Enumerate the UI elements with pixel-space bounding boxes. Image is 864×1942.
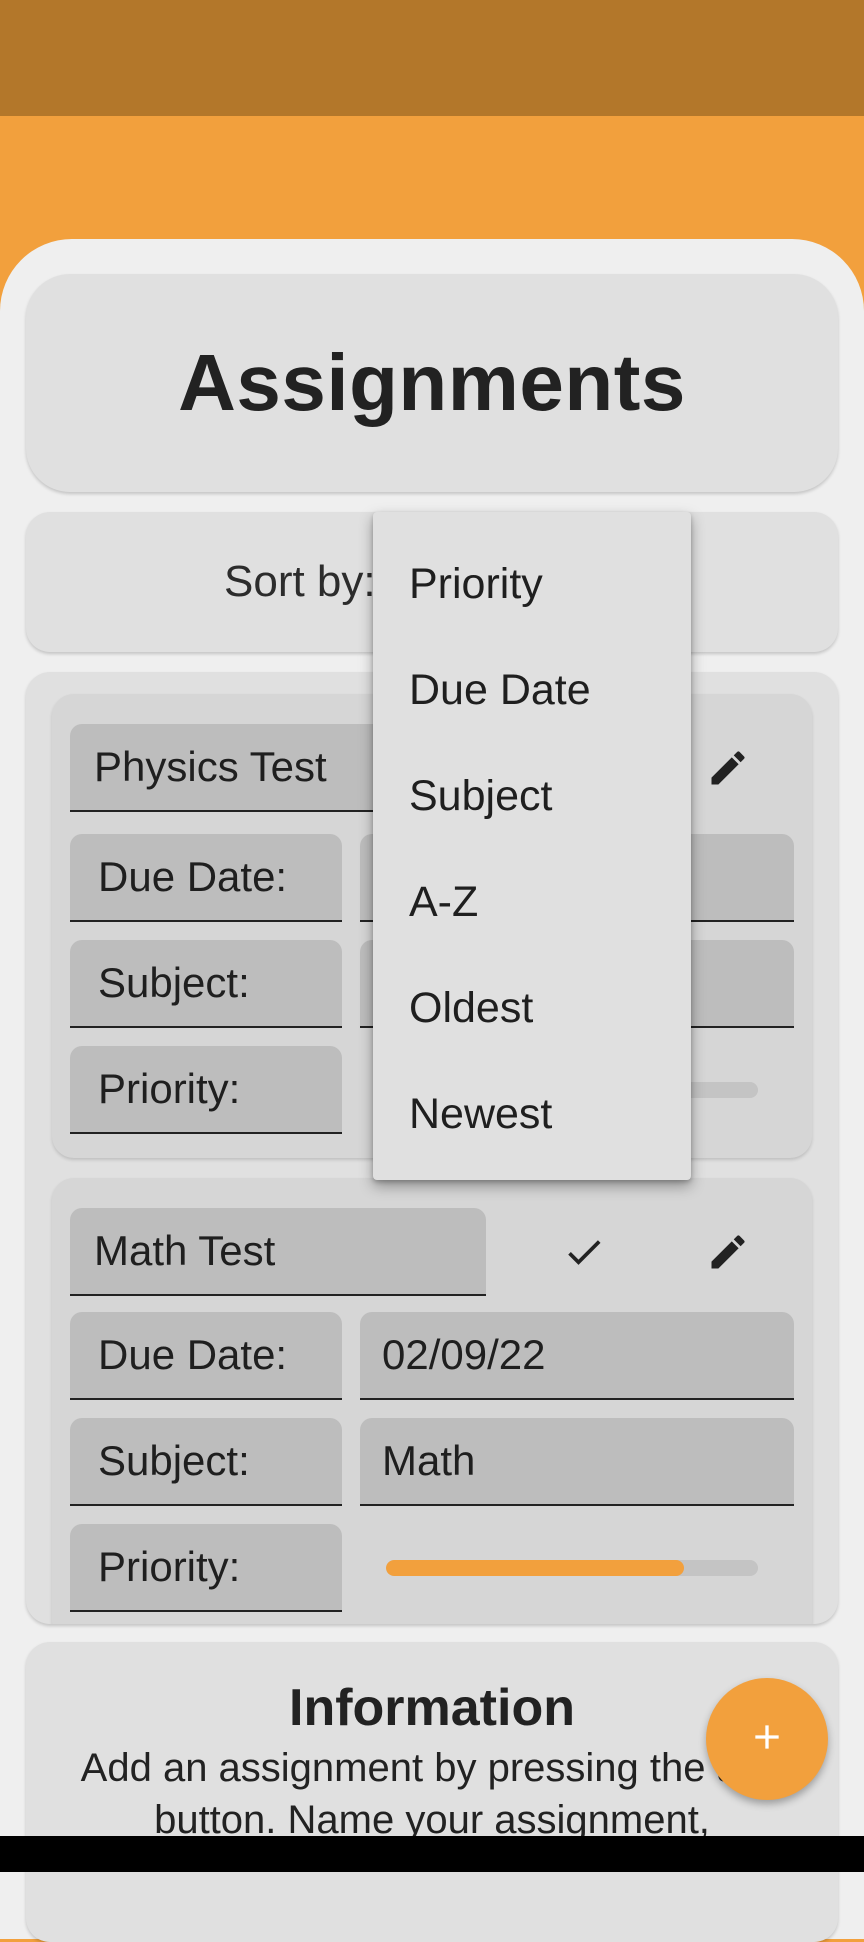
- add-assignment-button[interactable]: [706, 1678, 828, 1800]
- subject-label: Subject:: [70, 940, 342, 1028]
- due-date-label: Due Date:: [70, 834, 342, 922]
- priority-label: Priority:: [70, 1524, 342, 1612]
- sort-option-newest[interactable]: Newest: [373, 1061, 691, 1167]
- priority-label: Priority:: [70, 1046, 342, 1134]
- priority-slider[interactable]: [386, 1560, 758, 1576]
- edit-icon[interactable]: [698, 1222, 758, 1282]
- sort-dropdown-menu: Priority Due Date Subject A-Z Oldest New…: [373, 512, 691, 1180]
- page-title: Assignments: [178, 338, 686, 427]
- check-icon[interactable]: [554, 1222, 614, 1282]
- due-date-label: Due Date:: [70, 1312, 342, 1400]
- plus-icon: [747, 1717, 787, 1762]
- title-card: Assignments: [26, 274, 838, 492]
- sort-option-oldest[interactable]: Oldest: [373, 955, 691, 1061]
- priority-fill: [386, 1560, 684, 1576]
- subject-value[interactable]: Math: [360, 1418, 794, 1506]
- sort-option-subject[interactable]: Subject: [373, 743, 691, 849]
- sort-label: Sort by:: [224, 557, 376, 606]
- due-date-value[interactable]: 02/09/22: [360, 1312, 794, 1400]
- sort-option-a-z[interactable]: A-Z: [373, 849, 691, 955]
- subject-label: Subject:: [70, 1418, 342, 1506]
- assignment-name-field[interactable]: Math Test: [70, 1208, 486, 1296]
- sort-option-due-date[interactable]: Due Date: [373, 637, 691, 743]
- assignment-card: Math Test Due Date: 02/09/22 Subject: Ma…: [52, 1178, 812, 1624]
- sort-option-priority[interactable]: Priority: [373, 531, 691, 637]
- status-bar: [0, 0, 864, 116]
- info-card: Information Add an assignment by pressin…: [26, 1642, 838, 1942]
- info-text: Add an assignment by pressing the add bu…: [80, 1746, 784, 1842]
- edit-icon[interactable]: [698, 738, 758, 798]
- navigation-bar: [0, 1836, 864, 1872]
